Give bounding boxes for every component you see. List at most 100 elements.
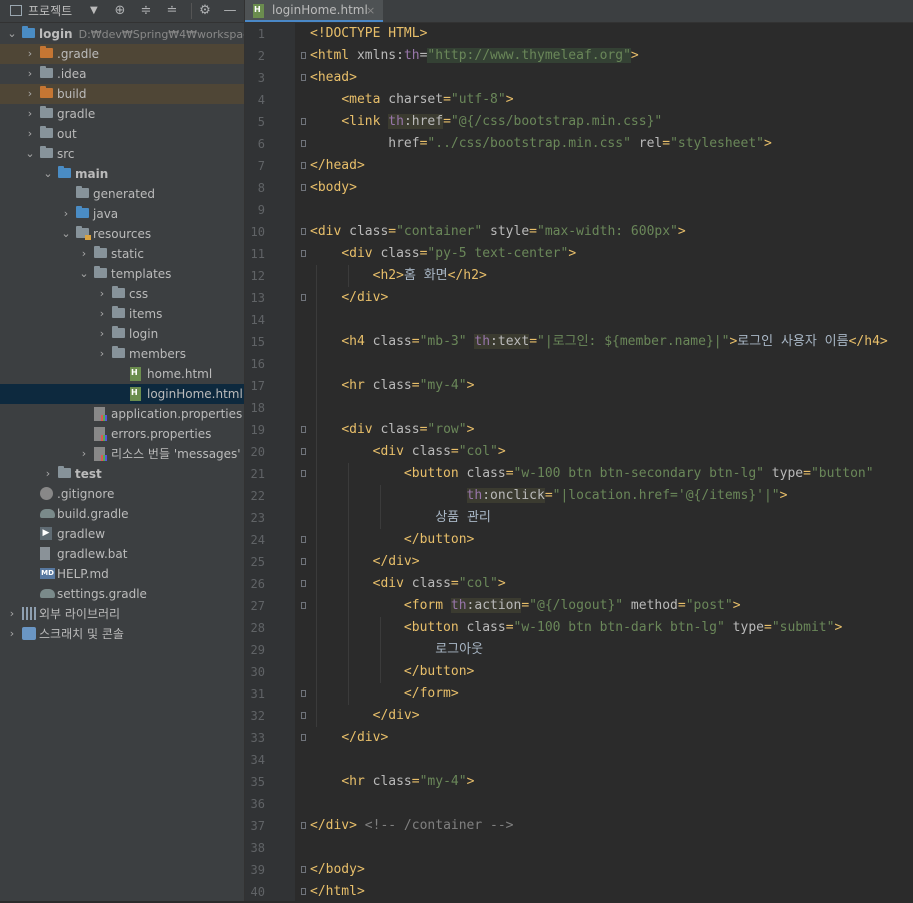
tree-item[interactable]: application.properties: [0, 404, 244, 424]
project-view-title[interactable]: 프로젝트: [28, 0, 72, 22]
indent-guide: [348, 265, 349, 287]
hide-panel-icon[interactable]: —: [222, 0, 238, 22]
tree-item[interactable]: ⌄ resources: [0, 224, 244, 244]
tree-item[interactable]: gradlew.bat: [0, 544, 244, 564]
fold-marker-icon[interactable]: [300, 573, 307, 595]
fold-marker-icon[interactable]: [300, 463, 307, 485]
no-chevron: [24, 504, 36, 524]
chevron-right-icon[interactable]: ›: [24, 104, 36, 124]
no-chevron: [24, 484, 36, 504]
fold-marker-icon[interactable]: [300, 155, 307, 177]
code-token: class: [349, 224, 389, 239]
tree-item[interactable]: › items: [0, 304, 244, 324]
tree-item-text: .idea: [57, 64, 87, 84]
tree-item[interactable]: ⌄ templates: [0, 264, 244, 284]
fold-marker-icon[interactable]: [300, 111, 307, 133]
chevron-right-icon[interactable]: ›: [96, 344, 108, 364]
tree-item[interactable]: › test: [0, 464, 244, 484]
fold-marker-icon[interactable]: [300, 551, 307, 573]
tree-item[interactable]: › .gradle: [0, 44, 244, 64]
tree-item[interactable]: › static: [0, 244, 244, 264]
fold-marker-icon[interactable]: [300, 67, 307, 89]
code-token: </h2>: [447, 268, 487, 283]
fold-marker-icon[interactable]: [300, 529, 307, 551]
chevron-right-icon[interactable]: ›: [78, 244, 90, 264]
code-token: <meta: [341, 92, 389, 107]
folder-module-icon: [58, 166, 71, 178]
chevron-down-icon[interactable]: ⌄: [6, 24, 18, 44]
tree-item[interactable]: home.html: [0, 364, 244, 384]
tree-item[interactable]: loginHome.html: [0, 384, 244, 404]
chevron-right-icon[interactable]: ›: [60, 204, 72, 224]
fold-marker-icon[interactable]: [300, 705, 307, 727]
chevron-right-icon[interactable]: ›: [24, 64, 36, 84]
tree-item[interactable]: generated: [0, 184, 244, 204]
chevron-down-icon[interactable]: ⌄: [24, 144, 36, 164]
chevron-right-icon[interactable]: ›: [78, 444, 90, 464]
tree-item[interactable]: › css: [0, 284, 244, 304]
chevron-down-icon[interactable]: ⌄: [60, 224, 72, 244]
chevron-right-icon[interactable]: ›: [42, 464, 54, 484]
settings-icon[interactable]: ⚙: [197, 0, 213, 22]
code-token: <!-- /container -->: [364, 818, 514, 833]
tree-item[interactable]: › 스크래치 및 콘솔: [0, 624, 244, 644]
fold-marker-icon[interactable]: [300, 441, 307, 463]
tree-item[interactable]: MD HELP.md: [0, 564, 244, 584]
chevron-right-icon[interactable]: ›: [24, 84, 36, 104]
project-view-dropdown-icon[interactable]: ▼: [90, 0, 98, 22]
fold-marker-icon[interactable]: [300, 683, 307, 705]
tree-item[interactable]: › java: [0, 204, 244, 224]
select-opened-file-icon[interactable]: ⊕: [112, 0, 128, 22]
fold-marker-icon[interactable]: [300, 243, 307, 265]
fold-marker-icon[interactable]: [300, 419, 307, 441]
fold-marker-icon[interactable]: [300, 859, 307, 881]
code-token: =: [450, 444, 459, 459]
tree-item[interactable]: .gitignore: [0, 484, 244, 504]
fold-marker-icon[interactable]: [300, 815, 307, 837]
fold-marker-icon[interactable]: [300, 45, 307, 67]
chevron-right-icon[interactable]: ›: [96, 324, 108, 344]
tree-item[interactable]: › build: [0, 84, 244, 104]
chevron-right-icon[interactable]: ›: [6, 624, 18, 644]
expand-all-icon[interactable]: ≑: [138, 0, 154, 22]
tree-item[interactable]: ▶ gradlew: [0, 524, 244, 544]
tree-item[interactable]: ⌄ login D:₩dev₩Spring₩4₩workspace₩: [0, 24, 244, 44]
tree-item[interactable]: › login: [0, 324, 244, 344]
tree-item[interactable]: build.gradle: [0, 504, 244, 524]
chevron-right-icon[interactable]: ›: [24, 124, 36, 144]
tree-item[interactable]: ⌄ src: [0, 144, 244, 164]
tab-loginhome-html[interactable]: loginHome.html ×: [245, 0, 383, 22]
tree-item[interactable]: › 외부 라이브러리: [0, 604, 244, 624]
tree-item[interactable]: settings.gradle: [0, 584, 244, 604]
tree-item[interactable]: › gradle: [0, 104, 244, 124]
close-tab-icon[interactable]: ×: [366, 0, 375, 21]
tree-item[interactable]: errors.properties: [0, 424, 244, 444]
tree-item[interactable]: › members: [0, 344, 244, 364]
code-token: >: [497, 444, 506, 459]
fold-marker-icon[interactable]: [300, 727, 307, 749]
tree-item[interactable]: ⌄ main: [0, 164, 244, 184]
fold-marker-icon[interactable]: [300, 595, 307, 617]
tree-item[interactable]: › 리소스 번들 'messages': [0, 444, 244, 464]
fold-marker-icon[interactable]: [300, 177, 307, 199]
chevron-right-icon[interactable]: ›: [6, 604, 18, 624]
chevron-right-icon[interactable]: ›: [96, 284, 108, 304]
no-chevron: [24, 584, 36, 604]
tree-item-text: build: [57, 84, 87, 104]
tree-item[interactable]: › out: [0, 124, 244, 144]
fold-marker-icon[interactable]: [300, 133, 307, 155]
line-number: 6: [257, 137, 265, 151]
chevron-right-icon[interactable]: ›: [24, 44, 36, 64]
fold-marker-icon[interactable]: [300, 881, 307, 903]
tree-item-label: settings.gradle: [57, 587, 147, 601]
chevron-down-icon[interactable]: ⌄: [42, 164, 54, 184]
chevron-down-icon[interactable]: ⌄: [78, 264, 90, 284]
tree-item[interactable]: › .idea: [0, 64, 244, 84]
collapse-all-icon[interactable]: ≐: [164, 0, 180, 22]
fold-marker-icon[interactable]: [300, 287, 307, 309]
code-token: "|location.href='@{/items}'|": [552, 488, 780, 503]
chevron-right-icon[interactable]: ›: [96, 304, 108, 324]
fold-marker-icon[interactable]: [300, 221, 307, 243]
